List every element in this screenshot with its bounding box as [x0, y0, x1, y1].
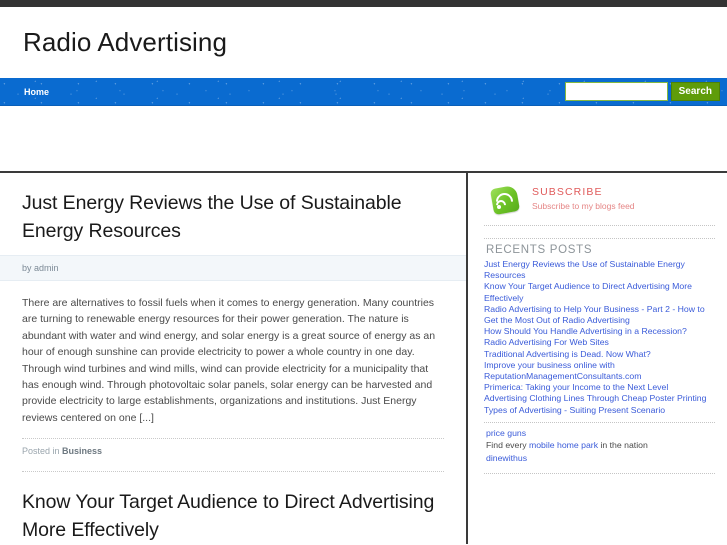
- post-article-2: Know Your Target Audience to Direct Adve…: [0, 472, 466, 545]
- sponsored-links-block: price guns Find every mobile home park i…: [484, 425, 715, 467]
- recent-post-link[interactable]: Know Your Target Audience to Direct Adve…: [484, 281, 715, 303]
- search-input[interactable]: [564, 82, 668, 101]
- post-excerpt: There are alternatives to fossil fuels w…: [22, 297, 436, 424]
- subscribe-text: SUBSCRIBE Subscribe to my blogs feed: [532, 184, 635, 211]
- subscribe-widget[interactable]: SUBSCRIBE Subscribe to my blogs feed: [484, 182, 715, 223]
- subscribe-title: SUBSCRIBE: [532, 186, 603, 198]
- list-item: Radio Advertising to Help Your Business …: [484, 304, 715, 326]
- recent-post-link[interactable]: Traditional Advertising is Dead. Now Wha…: [484, 349, 715, 360]
- list-item: Improve your business online with Reputa…: [484, 360, 715, 382]
- post-article-1: Just Energy Reviews the Use of Sustainab…: [0, 173, 466, 473]
- search-button[interactable]: Search: [670, 82, 720, 101]
- list-item: Primerica: Taking your Income to the Nex…: [484, 382, 715, 393]
- sidebar-divider-1: [484, 225, 715, 226]
- nav-item-list: Home: [18, 78, 55, 106]
- nav-item-home[interactable]: Home: [18, 78, 55, 106]
- list-item: price guns: [486, 428, 715, 439]
- site-header: Radio Advertising: [0, 7, 727, 78]
- recent-post-link[interactable]: Radio Advertising For Web Sites: [484, 337, 715, 348]
- post-footer: Posted in Business: [0, 439, 466, 463]
- recent-post-link[interactable]: Improve your business online with Reputa…: [484, 360, 715, 382]
- page-columns: Just Energy Reviews the Use of Sustainab…: [0, 173, 727, 544]
- link-line2-prefix: Find every: [486, 440, 529, 451]
- site-title: Radio Advertising: [23, 27, 228, 57]
- recent-post-link[interactable]: Advertising Clothing Lines Through Cheap…: [484, 393, 715, 404]
- link-price-guns[interactable]: price guns: [486, 428, 526, 438]
- list-item: Advertising Clothing Lines Through Cheap…: [484, 393, 715, 404]
- sidebar-divider-3: [484, 421, 715, 423]
- list-item: How Should You Handle Advertising in a R…: [484, 326, 715, 337]
- rss-feed-icon: [489, 184, 521, 216]
- list-item: dinewithus: [486, 453, 715, 464]
- list-item: Just Energy Reviews the Use of Sustainab…: [484, 259, 715, 281]
- sidebar-divider-2: [484, 238, 715, 239]
- link-line2-suffix: in the nation: [598, 440, 648, 451]
- list-item: Radio Advertising For Web Sites: [484, 337, 715, 348]
- post-category-link[interactable]: Business: [62, 446, 102, 456]
- post-title[interactable]: Just Energy Reviews the Use of Sustainab…: [0, 173, 466, 255]
- sidebar-divider-4: [484, 473, 715, 475]
- link-dinewithus[interactable]: dinewithus: [486, 453, 527, 463]
- post-title[interactable]: Know Your Target Audience to Direct Adve…: [0, 472, 466, 545]
- link-mobile-home-park[interactable]: mobile home park: [529, 440, 598, 450]
- list-item: Traditional Advertising is Dead. Now Wha…: [484, 349, 715, 360]
- recent-post-link[interactable]: Types of Advertising - Suiting Present S…: [484, 405, 715, 416]
- main-content-column: Just Energy Reviews the Use of Sustainab…: [0, 173, 468, 544]
- header-spacer: [0, 106, 727, 171]
- recent-posts-title: RECENTS POSTS: [486, 244, 593, 256]
- subscribe-subtitle: Subscribe to my blogs feed: [532, 200, 635, 211]
- list-item: Find every mobile home park in the natio…: [486, 440, 715, 451]
- search-form: Search: [564, 82, 720, 101]
- recent-post-link[interactable]: Radio Advertising to Help Your Business …: [484, 304, 715, 326]
- top-accent-bar: [0, 0, 727, 7]
- list-item: Know Your Target Audience to Direct Adve…: [484, 281, 715, 303]
- list-item: Types of Advertising - Suiting Present S…: [484, 405, 715, 416]
- recent-post-link[interactable]: How Should You Handle Advertising in a R…: [484, 326, 715, 337]
- posted-in-label: Posted in: [22, 446, 60, 457]
- recent-post-link[interactable]: Just Energy Reviews the Use of Sustainab…: [484, 259, 715, 281]
- post-byline: by admin: [0, 255, 466, 281]
- recent-posts-list: Just Energy Reviews the Use of Sustainab…: [484, 259, 715, 416]
- primary-navigation-bar: Home Search: [0, 78, 727, 106]
- sidebar: SUBSCRIBE Subscribe to my blogs feed REC…: [468, 173, 727, 544]
- recent-post-link[interactable]: Primerica: Taking your Income to the Nex…: [484, 382, 715, 393]
